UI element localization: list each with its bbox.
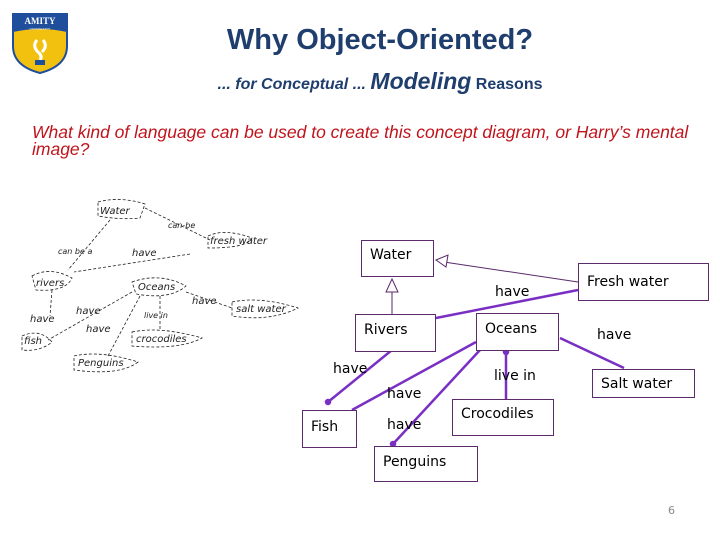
node-rivers: Rivers (355, 314, 436, 352)
label-oceans-fish: have (387, 386, 422, 402)
label-fresh-rivers: have (495, 284, 530, 300)
node-salt-water: Salt water (592, 369, 695, 398)
label-oceans-salt: have (597, 327, 632, 343)
generalization-arrowhead-icon (385, 277, 399, 293)
label-oceans-penguins: have (387, 417, 422, 433)
arrow-end-icon (324, 398, 332, 406)
label-rivers-fish: have (333, 361, 368, 377)
node-fresh-water: Fresh water (578, 263, 709, 301)
generalization-line (443, 261, 579, 283)
node-crocodiles: Crocodiles (452, 399, 554, 436)
node-oceans: Oceans (476, 313, 559, 351)
label-croc-oceans: live in (494, 368, 536, 384)
node-penguins: Penguins (374, 446, 478, 482)
generalization-arrowhead-icon (434, 254, 449, 268)
node-fish: Fish (302, 410, 357, 448)
node-water: Water (361, 240, 434, 277)
page-number: 6 (668, 504, 675, 517)
